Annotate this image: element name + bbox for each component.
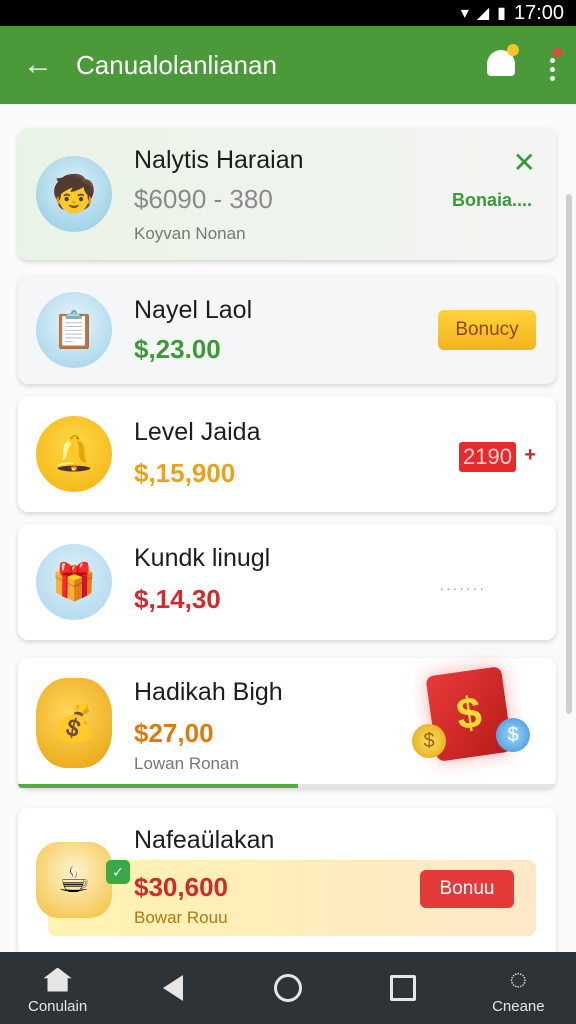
- list-item[interactable]: 💰 Hadikah Bigh $27,00 Lowan Ronan $ $ $: [18, 658, 556, 788]
- more-alert-dot: [553, 47, 562, 57]
- item-amount: $6090 - 380: [134, 184, 273, 214]
- more-options-button[interactable]: [528, 47, 576, 81]
- item-name: Nafeaülakan: [134, 826, 275, 854]
- item-name: Nayel Laol: [134, 296, 253, 324]
- nav-recents[interactable]: [353, 975, 453, 1001]
- notification-bell-icon: [487, 43, 519, 76]
- bottom-nav-bar: Conulain ◌ Cneane: [0, 952, 576, 1024]
- page-title: Canualolanlianan: [76, 49, 277, 80]
- status-bar: ▾ ◢ ▮ 17:00: [0, 0, 576, 26]
- back-triangle-icon: [162, 975, 183, 1001]
- nav-home-circle[interactable]: [238, 974, 338, 1002]
- nav-home[interactable]: Conulain: [8, 962, 108, 1015]
- list-item[interactable]: 🔔 Level Jaida $,15,900 2190 +: [18, 396, 556, 512]
- gold-pot-icon: 💰: [36, 678, 112, 768]
- more-vertical-icon: [549, 57, 555, 81]
- tea-cup-coins-icon: ☕ ✓: [36, 842, 130, 918]
- list-item[interactable]: 🎁 Kundk linugl $,14,30 ·······: [18, 524, 556, 640]
- bonus-button[interactable]: Bonucy: [438, 310, 536, 350]
- loading-dots: ·······: [439, 580, 486, 596]
- item-subtitle: Lowan Ronan: [134, 754, 239, 773]
- item-name: Nalytis Haraian: [134, 146, 304, 174]
- nav-home-label: Conulain: [27, 997, 88, 1015]
- notification-button[interactable]: [474, 43, 528, 81]
- bell-icon: 🔔: [36, 416, 112, 492]
- gift-box-icon: 🎁: [36, 544, 112, 620]
- bonus-button[interactable]: Bonuu: [420, 870, 514, 908]
- wifi-icon: ▾: [460, 5, 469, 22]
- list-item[interactable]: ☕ ✓ Nafeaülakan $30,600 Bowar Rouu Bonuu: [18, 808, 556, 952]
- notification-dot: [507, 43, 519, 56]
- progress-bar: [18, 784, 556, 788]
- status-time: 17:00: [513, 1, 564, 24]
- coin-icon: $: [496, 718, 530, 752]
- coin-icon: $: [412, 724, 446, 758]
- plus-icon[interactable]: +: [524, 444, 536, 467]
- nav-assistant-label: Cneane: [492, 997, 545, 1015]
- check-badge-icon: ✓: [106, 860, 130, 884]
- item-subtitle: Koyvan Nonan: [134, 224, 246, 243]
- reward-list[interactable]: 🧒 Nalytis Haraian $6090 - 380 Koyvan Non…: [0, 104, 576, 952]
- signal-icon: ◢: [476, 5, 490, 22]
- tablet-icon: 📋: [36, 292, 112, 368]
- red-envelope-promo[interactable]: $ $ $: [404, 654, 534, 774]
- scrollbar[interactable]: [566, 194, 572, 714]
- home-circle-icon: [273, 974, 302, 1002]
- home-icon: [43, 967, 72, 992]
- item-name: Level Jaida: [134, 418, 261, 446]
- app-bar: ← Canualolanlianan: [0, 26, 576, 104]
- list-item[interactable]: 🧒 Nalytis Haraian $6090 - 380 Koyvan Non…: [18, 128, 556, 260]
- nav-assistant[interactable]: ◌ Cneane: [468, 962, 568, 1015]
- item-amount: $,14,30: [134, 584, 221, 614]
- item-amount: $,23.00: [134, 334, 221, 364]
- item-amount: $27,00: [134, 718, 214, 748]
- assistant-icon: ◌: [509, 962, 528, 996]
- item-name: Hadikah Bigh: [134, 678, 283, 706]
- back-arrow-icon[interactable]: ←: [0, 48, 76, 82]
- item-amount: $,15,900: [134, 458, 236, 488]
- nav-back[interactable]: [123, 975, 223, 1001]
- item-amount: $30,600: [134, 872, 228, 902]
- count-badge: 2190: [459, 442, 516, 472]
- bonus-link[interactable]: Bonaia....: [452, 190, 532, 211]
- item-subtitle: Bowar Rouu: [134, 908, 228, 927]
- close-icon[interactable]: ✕: [513, 146, 536, 179]
- item-name: Kundk linugl: [134, 544, 271, 572]
- progress-fill: [18, 784, 298, 788]
- person-icon: 🧒: [36, 156, 112, 232]
- battery-icon: ▮: [497, 5, 506, 22]
- recents-square-icon: [390, 975, 417, 1001]
- list-item[interactable]: 📋 Nayel Laol $,23.00 Bonucy: [18, 276, 556, 384]
